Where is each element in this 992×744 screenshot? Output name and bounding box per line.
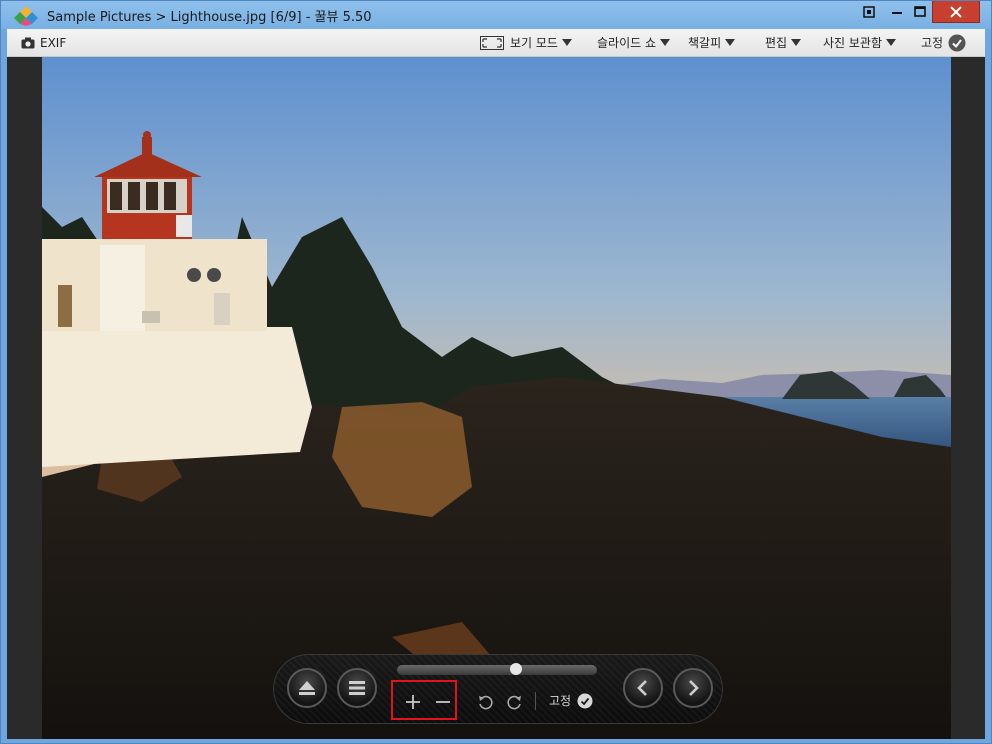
exif-button[interactable]: EXIF [21, 29, 66, 56]
rotate-left-icon [479, 695, 493, 710]
photo-storage-label: 사진 보관함 [823, 36, 883, 50]
view-mode-menu[interactable]: 보기 모드 [480, 29, 572, 56]
chevron-down-icon [725, 39, 736, 46]
title-bar[interactable]: Sample Pictures > Lighthouse.jpg [6/9] -… [1, 1, 991, 29]
slideshow-label: 슬라이드 쇼 [597, 36, 657, 50]
app-logo-icon [13, 5, 38, 26]
slideshow-menu[interactable]: 슬라이드 쇼 [597, 29, 671, 56]
pin-icon [863, 6, 875, 18]
eject-button[interactable] [287, 668, 327, 708]
image-viewer[interactable]: 고정 [7, 57, 985, 739]
edit-label: 편집 [765, 36, 788, 50]
chevron-down-icon [886, 39, 897, 46]
chevron-down-icon [791, 39, 802, 46]
chevron-left-icon [637, 680, 647, 696]
photo-storage-menu[interactable]: 사진 보관함 [823, 29, 897, 56]
bookmark-label: 책갈피 [688, 36, 722, 50]
maximize-button[interactable] [907, 1, 933, 23]
view-mode-label: 보기 모드 [510, 36, 558, 50]
eject-icon [299, 681, 315, 695]
lighthouse-photo [42, 57, 951, 739]
app-window: Sample Pictures > Lighthouse.jpg [6/9] -… [0, 0, 992, 744]
fixed-label: 고정 [549, 694, 572, 708]
viewer-control-bar: 고정 [273, 654, 723, 724]
previous-button[interactable] [623, 668, 663, 708]
chevron-down-icon [660, 39, 671, 46]
exif-label: EXIF [40, 35, 67, 50]
pin-window-button[interactable] [856, 1, 882, 23]
position-slider[interactable] [397, 663, 597, 675]
check-circle-icon [948, 34, 966, 51]
check-circle-icon [577, 693, 593, 708]
rotate-left-button[interactable] [475, 692, 495, 712]
close-icon [950, 5, 962, 18]
menu-button[interactable] [337, 668, 377, 708]
control-separator [535, 692, 536, 710]
chevron-right-icon [689, 680, 699, 696]
menu-icon [349, 681, 365, 695]
zoom-out-button[interactable] [433, 692, 453, 712]
pin-toggle[interactable]: 고정 [921, 29, 966, 56]
pin-label: 고정 [921, 36, 944, 50]
window-title: Sample Pictures > Lighthouse.jpg [6/9] -… [47, 10, 372, 25]
fit-screen-icon [480, 35, 504, 50]
chevron-down-icon [561, 39, 572, 46]
zoom-in-button[interactable] [403, 692, 423, 712]
rotate-right-button[interactable] [505, 692, 525, 712]
maximize-icon [914, 6, 926, 17]
toolbar: EXIF 보기 모드 슬라이드 쇼 책갈피 편집 사진 보관함 고정 [7, 29, 985, 57]
camera-icon [21, 37, 35, 48]
rotate-right-icon [507, 695, 521, 710]
minimize-icon [892, 12, 902, 14]
close-button[interactable] [932, 1, 980, 23]
bookmark-menu[interactable]: 책갈피 [688, 29, 736, 56]
slider-thumb[interactable] [510, 663, 522, 675]
minus-icon [436, 701, 450, 703]
edit-menu[interactable]: 편집 [765, 29, 802, 56]
next-button[interactable] [673, 668, 713, 708]
fixed-toggle[interactable]: 고정 [549, 692, 593, 709]
plus-icon [406, 695, 420, 709]
